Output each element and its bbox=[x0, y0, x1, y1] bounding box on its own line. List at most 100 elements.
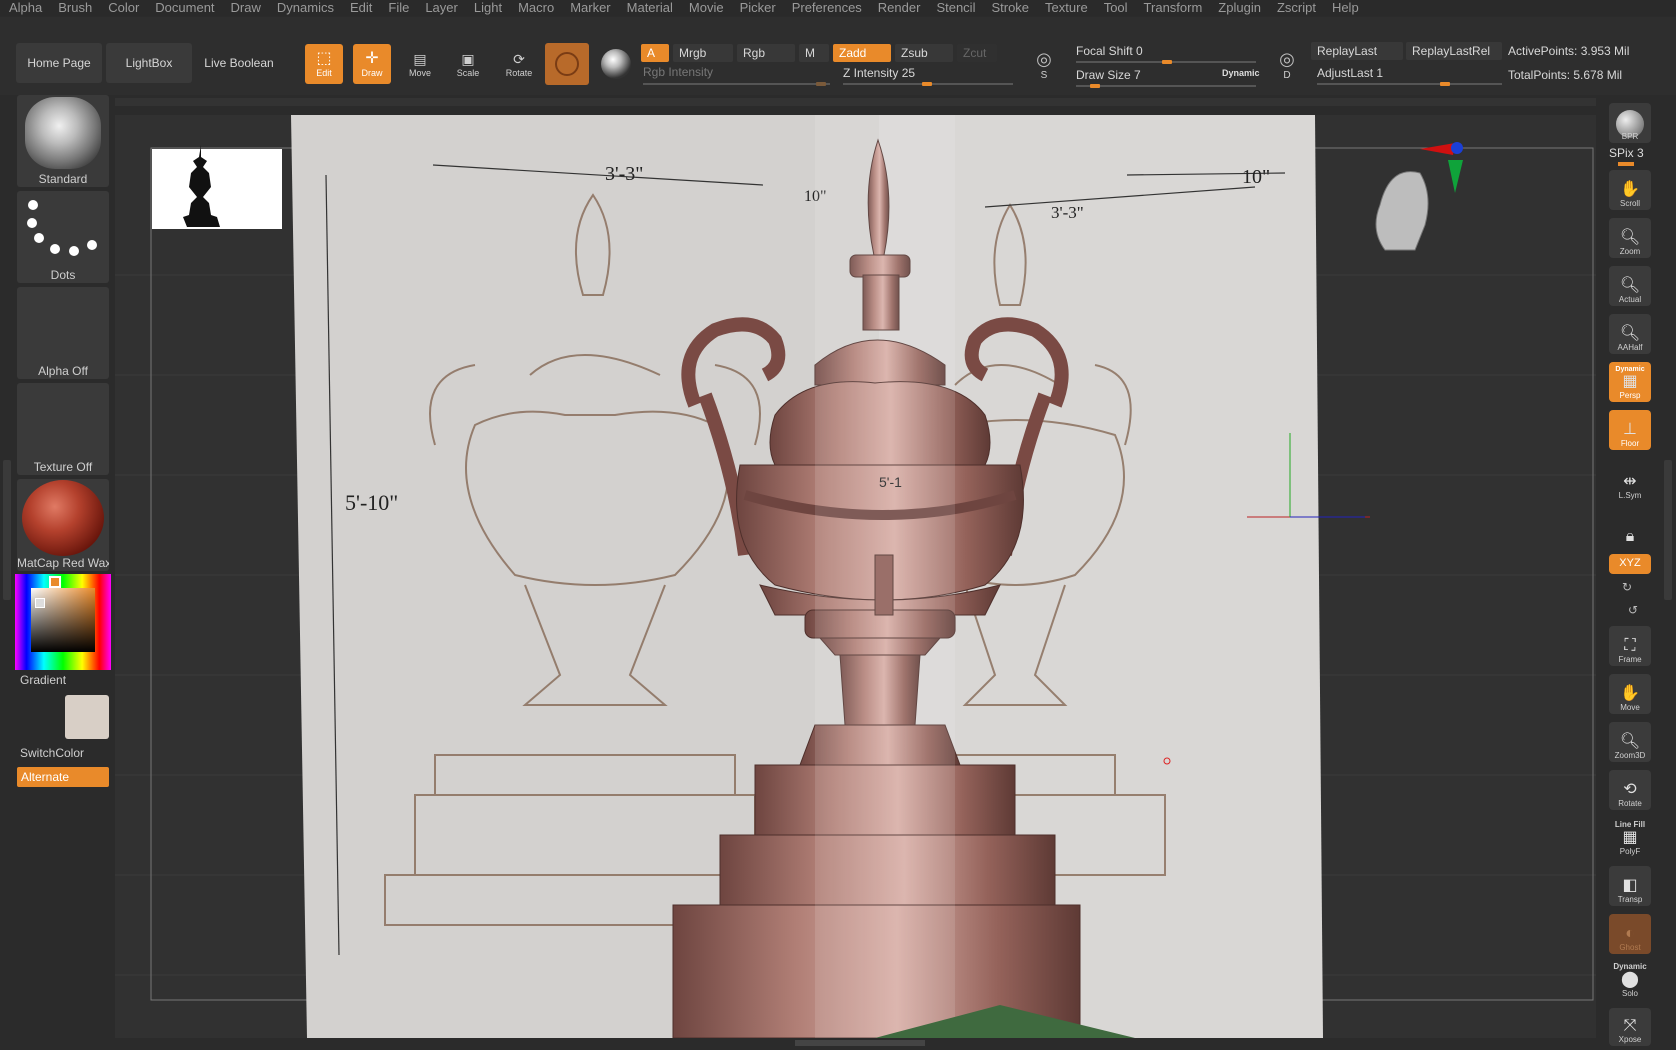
perspective-button[interactable]: Dynamic ▦ Persp bbox=[1609, 362, 1651, 402]
actual-size-button[interactable]: 🔍︎ Actual bbox=[1609, 266, 1651, 306]
rgb-intensity-knob[interactable] bbox=[816, 82, 826, 86]
lazy-mouse-button[interactable]: ◎ D bbox=[1268, 45, 1306, 85]
rgb-intensity-slider[interactable] bbox=[643, 83, 830, 85]
zadd-button[interactable]: Zadd bbox=[833, 44, 891, 62]
edit-mode-button[interactable]: ⬚ Edit bbox=[305, 44, 343, 84]
switch-color-button[interactable]: SwitchColor bbox=[20, 746, 84, 760]
menu-alpha[interactable]: Alpha bbox=[0, 0, 49, 16]
adjust-last-slider[interactable] bbox=[1317, 83, 1502, 85]
menu-document[interactable]: Document bbox=[146, 0, 221, 16]
spix-slider-knob[interactable] bbox=[1618, 162, 1634, 166]
rotate-view-button[interactable]: ⟲ Rotate bbox=[1609, 770, 1651, 810]
hue-marker[interactable] bbox=[49, 576, 61, 588]
draw-mode-button[interactable]: ✛ Draw bbox=[353, 44, 391, 84]
menu-edit[interactable]: Edit bbox=[341, 0, 379, 16]
document-canvas[interactable]: 3'-3" 10" 5'-10" 3'-3" 10" 5'-1 bbox=[115, 115, 1596, 1038]
secondary-color-marker[interactable] bbox=[35, 598, 45, 608]
live-boolean-button[interactable]: Live Boolean bbox=[196, 43, 282, 83]
menu-macro[interactable]: Macro bbox=[509, 0, 561, 16]
menu-texture[interactable]: Texture bbox=[1036, 0, 1095, 16]
floor-button[interactable]: ⊥ Floor bbox=[1609, 410, 1651, 450]
lsym-label: L.Sym bbox=[1618, 491, 1642, 500]
perspective-grid-icon: ▦ bbox=[1622, 373, 1638, 390]
mrgb-button[interactable]: Mrgb bbox=[673, 44, 733, 62]
color-picker-hue[interactable] bbox=[15, 574, 111, 670]
zoom3d-label: Zoom3D bbox=[1614, 751, 1646, 760]
adjust-last-knob[interactable] bbox=[1440, 82, 1450, 86]
rgb-button[interactable]: Rgb bbox=[737, 44, 795, 62]
ghost-label: Ghost bbox=[1619, 943, 1641, 952]
zcut-button[interactable]: Zcut bbox=[957, 44, 997, 62]
menu-preferences[interactable]: Preferences bbox=[783, 0, 869, 16]
rotate-icon: ⟳ bbox=[513, 50, 525, 67]
draw-size-slider[interactable] bbox=[1076, 85, 1256, 87]
z-rotate-icon[interactable]: ↺ bbox=[1628, 603, 1638, 617]
replay-last-button[interactable]: ReplayLast bbox=[1311, 42, 1403, 60]
xpose-button[interactable]: ⤧ Xpose bbox=[1609, 1008, 1651, 1046]
sculptris-pro-button[interactable] bbox=[545, 43, 589, 85]
draw-size-knob[interactable] bbox=[1090, 84, 1100, 88]
frame-button[interactable]: ⛶ Frame bbox=[1609, 626, 1651, 666]
menu-help[interactable]: Help bbox=[1323, 0, 1366, 16]
edit-label: Edit bbox=[316, 68, 332, 78]
xpose-arrows-icon: ⤧ bbox=[1623, 1017, 1637, 1034]
scale-mode-button[interactable]: ▣ Scale bbox=[449, 44, 487, 84]
zoom3d-button[interactable]: 🔍︎ Zoom3D bbox=[1609, 722, 1651, 762]
home-page-button[interactable]: Home Page bbox=[16, 43, 102, 83]
replay-last-rel-button[interactable]: ReplayLastRel bbox=[1406, 42, 1502, 60]
adjust-last-label: AdjustLast 1 bbox=[1317, 66, 1384, 80]
menu-stroke[interactable]: Stroke bbox=[982, 0, 1036, 16]
menu-movie[interactable]: Movie bbox=[680, 0, 731, 16]
menu-layer[interactable]: Layer bbox=[416, 0, 465, 16]
menu-tool[interactable]: Tool bbox=[1095, 0, 1135, 16]
menu-marker[interactable]: Marker bbox=[561, 0, 617, 16]
menu-transform[interactable]: Transform bbox=[1135, 0, 1210, 16]
bpr-render-button[interactable]: BPR bbox=[1609, 103, 1651, 143]
menu-light[interactable]: Light bbox=[465, 0, 509, 16]
a-toggle[interactable]: A bbox=[641, 44, 669, 62]
move-view-button[interactable]: ✋ Move bbox=[1609, 674, 1651, 714]
transparency-button[interactable]: ◧ Transp bbox=[1609, 866, 1651, 906]
zoom-button[interactable]: 🔍︎ Zoom bbox=[1609, 218, 1651, 258]
menu-file[interactable]: File bbox=[379, 0, 416, 16]
xyz-rotation-button[interactable]: XYZ bbox=[1609, 554, 1651, 574]
menu-brush[interactable]: Brush bbox=[49, 0, 99, 16]
local-symmetry-button[interactable]: ⇹ L.Sym bbox=[1609, 462, 1651, 502]
aahalf-button[interactable]: 🔍︎ AAHalf bbox=[1609, 314, 1651, 354]
menu-stencil[interactable]: Stencil bbox=[927, 0, 982, 16]
menu-draw[interactable]: Draw bbox=[222, 0, 268, 16]
navigation-head-icon[interactable] bbox=[1375, 171, 1429, 251]
menu-zplugin[interactable]: Zplugin bbox=[1209, 0, 1268, 16]
bottom-shelf-handle[interactable] bbox=[795, 1040, 925, 1046]
xyz-label: XYZ bbox=[1619, 557, 1641, 569]
alternate-button[interactable]: Alternate bbox=[17, 767, 109, 787]
z-intensity-knob[interactable] bbox=[922, 82, 932, 86]
left-tray-handle[interactable] bbox=[3, 460, 11, 600]
y-rotate-icon[interactable]: ↻ bbox=[1622, 580, 1632, 594]
polyframe-grid-icon: ▦ bbox=[1622, 829, 1638, 846]
menu-color[interactable]: Color bbox=[99, 0, 146, 16]
menu-material[interactable]: Material bbox=[618, 0, 680, 16]
material-sphere-button[interactable] bbox=[597, 45, 635, 83]
m-button[interactable]: M bbox=[799, 44, 829, 62]
polyframe-button[interactable]: Line Fill ▦ PolyF bbox=[1609, 818, 1651, 858]
gizmo-lock-button[interactable]: 🔒︎ bbox=[1609, 508, 1651, 548]
menu-dynamics[interactable]: Dynamics bbox=[268, 0, 341, 16]
menu-render[interactable]: Render bbox=[869, 0, 928, 16]
menu-picker[interactable]: Picker bbox=[731, 0, 783, 16]
dynamic-toggle[interactable]: Dynamic bbox=[1222, 68, 1260, 78]
s-letter: S bbox=[1040, 70, 1048, 81]
main-color-swatch[interactable] bbox=[17, 695, 61, 739]
move-mode-button[interactable]: ▤ Move bbox=[401, 44, 439, 84]
focal-shift-curve-button[interactable]: ◎ S bbox=[1025, 45, 1063, 85]
solo-button[interactable]: Dynamic ⬤ Solo bbox=[1609, 960, 1651, 1000]
rotate-mode-button[interactable]: ⟳ Rotate bbox=[497, 44, 541, 84]
menu-zscript[interactable]: Zscript bbox=[1268, 0, 1323, 16]
right-tray-handle[interactable] bbox=[1664, 460, 1672, 600]
scroll-button[interactable]: ✋ Scroll bbox=[1609, 170, 1651, 210]
focal-shift-knob[interactable] bbox=[1162, 60, 1172, 64]
zsub-button[interactable]: Zsub bbox=[895, 44, 953, 62]
lightbox-button[interactable]: LightBox bbox=[106, 43, 192, 83]
secondary-color-swatch[interactable] bbox=[65, 695, 109, 739]
ghost-button[interactable]: ◐ Ghost bbox=[1609, 914, 1651, 954]
